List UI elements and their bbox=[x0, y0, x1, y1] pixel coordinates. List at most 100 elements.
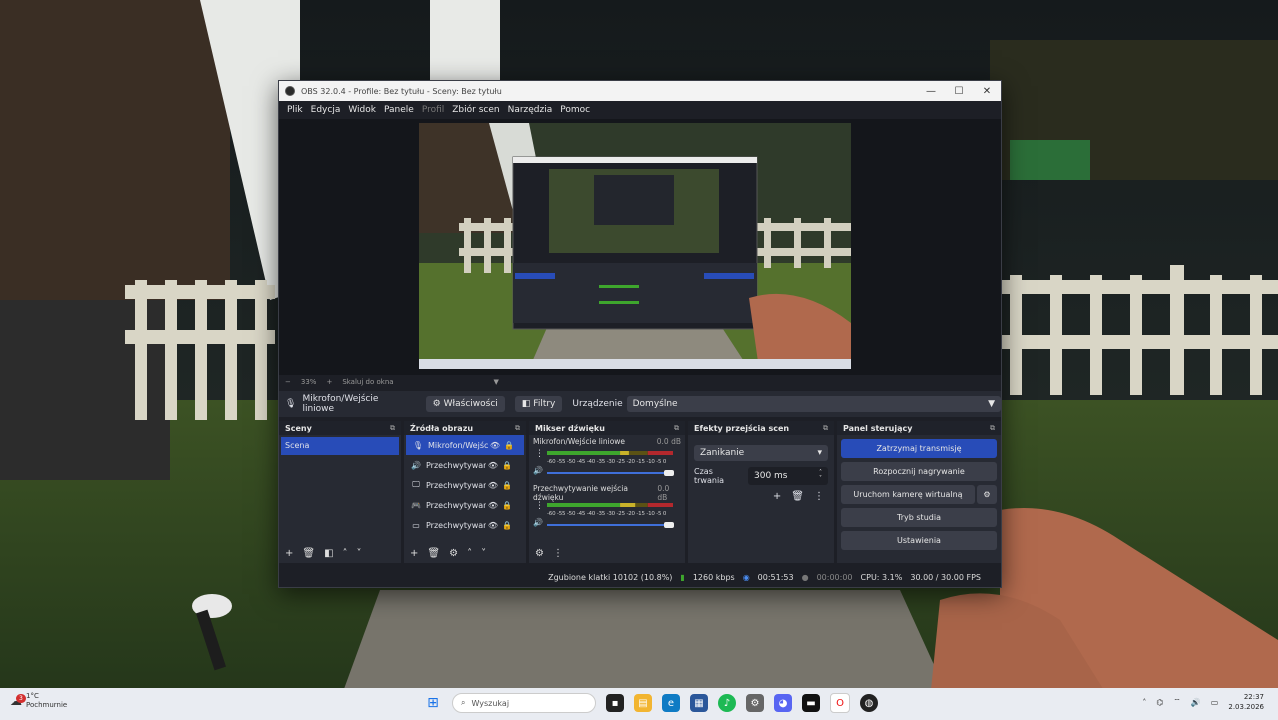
source-item[interactable]: ▭ Przechwytywanie okna👁🔒 bbox=[404, 515, 526, 535]
eye-icon[interactable]: 👁 bbox=[486, 481, 500, 490]
mixer-menu-icon[interactable]: ⋮ bbox=[553, 548, 563, 559]
virtual-camera-settings-button[interactable]: ⚙ bbox=[977, 485, 997, 504]
edge-icon[interactable]: e bbox=[662, 694, 680, 712]
wifi-icon[interactable]: ⌔ bbox=[1173, 697, 1181, 707]
stop-stream-button[interactable]: Zatrzymaj transmisję bbox=[841, 439, 997, 458]
clock[interactable]: 22:37 2.03.2026 bbox=[1228, 692, 1264, 712]
close-button[interactable]: ✕ bbox=[973, 86, 1001, 97]
taskbar-search[interactable]: ⌕ Wyszukaj bbox=[452, 693, 596, 713]
source-item[interactable]: 🖵 Przechwytywanie ekranu👁🔒 bbox=[404, 475, 526, 495]
channel-name: Mikrofon/Wejście liniowe bbox=[533, 436, 626, 446]
menu-file[interactable]: Plik bbox=[287, 105, 303, 115]
channel-menu-icon[interactable]: ⋮ bbox=[535, 501, 544, 511]
steam-icon[interactable]: ▬ bbox=[802, 694, 820, 712]
mixer-settings-icon[interactable]: ⚙ bbox=[535, 548, 544, 559]
volume-icon[interactable]: 🔊 bbox=[1191, 698, 1201, 707]
move-up-icon[interactable]: ˄ bbox=[343, 548, 348, 559]
store-icon[interactable]: ▦ bbox=[690, 694, 708, 712]
filters-button[interactable]: ◧ Filtry bbox=[514, 396, 563, 412]
volume-meter bbox=[547, 451, 673, 455]
remove-source-icon[interactable]: 🗑 bbox=[427, 548, 440, 559]
add-scene-icon[interactable]: + bbox=[285, 548, 293, 559]
menu-scene-collection[interactable]: Zbiór scen bbox=[452, 105, 499, 115]
transitions-dock: Efekty przejścia scen ⧉ Zanikanie ▾ Czas… bbox=[688, 421, 834, 563]
stream-icon: ◉ bbox=[742, 572, 750, 582]
weather-widget[interactable]: ☁3 1°C Pochmurnie bbox=[10, 692, 67, 710]
maximize-button[interactable]: ☐ bbox=[945, 86, 973, 97]
mixer-toolbar: ⚙ ⋮ bbox=[529, 548, 563, 559]
studio-mode-button[interactable]: Tryb studia bbox=[841, 508, 997, 527]
windows-start-icon[interactable]: ⊞ bbox=[424, 694, 442, 712]
duration-input[interactable]: 300 ms ˄ ˅ bbox=[748, 467, 828, 485]
speaker-icon[interactable]: 🔊 bbox=[533, 466, 543, 475]
move-down-icon[interactable]: ˅ bbox=[481, 548, 486, 559]
network-icon[interactable]: ⌬ bbox=[1156, 698, 1163, 707]
menu-view[interactable]: Widok bbox=[348, 105, 376, 115]
zoom-level: 33% bbox=[300, 378, 317, 386]
channel-menu-icon[interactable]: ⋮ bbox=[535, 449, 544, 459]
lock-icon[interactable]: 🔒 bbox=[502, 441, 516, 450]
undock-icon[interactable]: ⧉ bbox=[674, 424, 679, 433]
settings-button[interactable]: Ustawienia bbox=[841, 531, 997, 550]
add-transition-icon[interactable]: + bbox=[773, 491, 781, 502]
source-settings-icon[interactable]: ⚙ bbox=[449, 548, 458, 559]
file-explorer-icon[interactable]: ▤ bbox=[634, 694, 652, 712]
undock-icon[interactable]: ⧉ bbox=[990, 424, 995, 433]
settings-app-icon[interactable]: ⚙ bbox=[746, 694, 764, 712]
spin-arrows-icon[interactable]: ˄ ˅ bbox=[819, 470, 822, 482]
obs-taskbar-icon[interactable]: ◍ bbox=[860, 694, 878, 712]
minimize-button[interactable]: — bbox=[917, 86, 945, 97]
lock-icon[interactable]: 🔒 bbox=[500, 461, 514, 470]
volume-slider[interactable] bbox=[547, 524, 669, 526]
lock-icon[interactable]: 🔒 bbox=[500, 521, 514, 530]
scene-item[interactable]: Scena bbox=[281, 437, 399, 455]
meter-ticks: -60 -55 -50 -45 -40 -35 -30 -25 -20 -15 … bbox=[547, 511, 667, 517]
opera-icon[interactable]: O bbox=[830, 693, 850, 713]
tray-chevron-icon[interactable]: ˄ bbox=[1142, 698, 1146, 707]
task-view-icon[interactable]: ▪ bbox=[606, 694, 624, 712]
scene-filters-icon[interactable]: ◧ bbox=[324, 548, 333, 559]
undock-icon[interactable]: ⧉ bbox=[390, 424, 395, 433]
properties-label: Właściwości bbox=[443, 399, 498, 409]
start-virtual-camera-button[interactable]: Uruchom kamerę wirtualną bbox=[841, 485, 975, 504]
source-item[interactable]: 🔊 Przechwytywanie wejścia dźwięku👁🔒 bbox=[404, 455, 526, 475]
scale-to-window-button[interactable]: Skaluj do okna bbox=[342, 378, 393, 386]
lock-icon[interactable]: 🔒 bbox=[500, 501, 514, 510]
volume-slider-handle[interactable] bbox=[664, 470, 674, 476]
eye-icon[interactable]: 👁 bbox=[486, 521, 500, 530]
menu-edit[interactable]: Edycja bbox=[311, 105, 341, 115]
transition-select[interactable]: Zanikanie ▾ bbox=[694, 445, 828, 461]
move-up-icon[interactable]: ˄ bbox=[467, 548, 472, 559]
properties-button[interactable]: ⚙ Właściwości bbox=[425, 396, 505, 412]
preview-canvas[interactable] bbox=[279, 119, 1001, 375]
eye-icon[interactable]: 👁 bbox=[486, 461, 500, 470]
audio-mixer-dock: Mikser dźwięku ⧉ Mikrofon/Wejście liniow… bbox=[529, 421, 685, 563]
add-source-icon[interactable]: + bbox=[410, 548, 418, 559]
lock-icon[interactable]: 🔒 bbox=[500, 481, 514, 490]
clock-date: 2.03.2026 bbox=[1228, 703, 1264, 711]
menu-help[interactable]: Pomoc bbox=[560, 105, 590, 115]
discord-icon[interactable]: ◕ bbox=[774, 694, 792, 712]
eye-icon[interactable]: 👁 bbox=[486, 501, 500, 510]
zoom-in-button[interactable]: + bbox=[326, 378, 332, 386]
transition-menu-icon[interactable]: ⋮ bbox=[814, 491, 824, 502]
move-down-icon[interactable]: ˅ bbox=[357, 548, 362, 559]
undock-icon[interactable]: ⧉ bbox=[515, 424, 520, 433]
battery-icon[interactable]: ▭ bbox=[1211, 698, 1219, 707]
speaker-icon[interactable]: 🔊 bbox=[533, 518, 543, 527]
spotify-icon[interactable]: ♪ bbox=[718, 694, 736, 712]
remove-scene-icon[interactable]: 🗑 bbox=[302, 548, 315, 559]
remove-transition-icon[interactable]: 🗑 bbox=[791, 491, 804, 502]
source-item[interactable]: 🎙 Mikrofon/Wejście liniowe👁🔒 bbox=[406, 435, 524, 455]
volume-slider-handle[interactable] bbox=[664, 522, 674, 528]
menu-docks[interactable]: Panele bbox=[384, 105, 414, 115]
zoom-dropdown-icon[interactable]: ▼ bbox=[494, 378, 499, 386]
device-select[interactable]: Domyślne ▼ bbox=[626, 396, 1001, 412]
undock-icon[interactable]: ⧉ bbox=[823, 424, 828, 433]
eye-icon[interactable]: 👁 bbox=[488, 441, 502, 450]
zoom-out-button[interactable]: − bbox=[285, 378, 291, 386]
menu-tools[interactable]: Narzędzia bbox=[508, 105, 553, 115]
source-item[interactable]: 🎮 Przechwytywanie gry👁🔒 bbox=[404, 495, 526, 515]
start-recording-button[interactable]: Rozpocznij nagrywanie bbox=[841, 462, 997, 481]
volume-slider[interactable] bbox=[547, 472, 669, 474]
